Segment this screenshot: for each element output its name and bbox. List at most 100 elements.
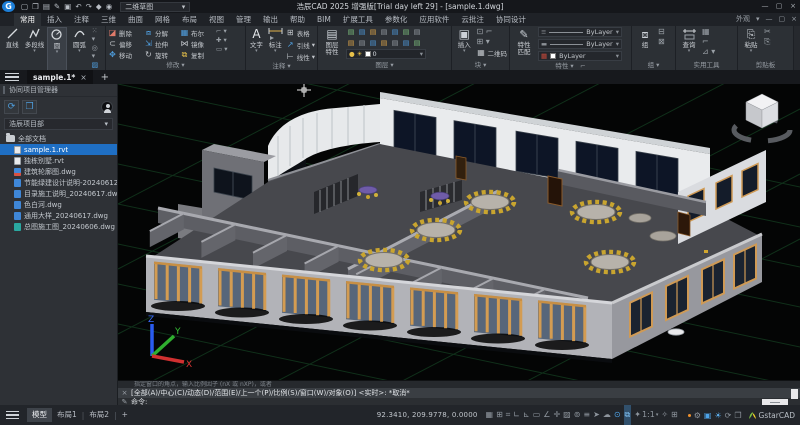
tab-manage[interactable]: 管理 [230, 13, 257, 26]
new-doc-button[interactable]: ❒ [22, 100, 37, 114]
lock-icon[interactable]: ▣ [704, 411, 712, 420]
doc-minimize-button[interactable]: — [763, 13, 776, 26]
drawing-viewport[interactable]: Z Y X [118, 84, 800, 380]
minimize-button[interactable]: — [758, 0, 772, 13]
tab-output[interactable]: 输出 [257, 13, 284, 26]
group-edit-icon[interactable]: ⊠ [658, 37, 665, 46]
settings-gear-icon[interactable]: ⚙ [694, 411, 701, 420]
match-properties-button[interactable]: ✎ 特性 匹配 [512, 27, 536, 62]
grid-icon[interactable]: ▦ [486, 405, 494, 425]
tab-apps[interactable]: 应用软件 [413, 13, 455, 26]
doc-restore-button[interactable]: ▢ [776, 13, 789, 26]
print-icon[interactable]: ▣ [64, 0, 71, 13]
tree-item[interactable]: 节能绿建设计说明-20240612.d [0, 177, 117, 188]
tree-item[interactable]: 总图施工图_20240606.dwg [0, 221, 117, 232]
linear-button[interactable]: ⊢线性 ▾ [286, 51, 315, 62]
tree-root[interactable]: 全部文档 [0, 133, 117, 144]
erase-button[interactable]: ◪删除 [108, 27, 142, 38]
project-dropdown[interactable]: 浩辰项目部 ▾ [4, 118, 113, 130]
appearance-dropdown[interactable]: 外观 [733, 13, 753, 26]
doc-tab-close-icon[interactable]: × [80, 73, 86, 82]
cut-icon[interactable]: ✂ [764, 27, 771, 36]
paste-button[interactable]: ⎘ 粘贴▾ [740, 27, 762, 61]
stretch-button[interactable]: ⇲拉伸 [144, 38, 178, 49]
cube-icon[interactable]: ◆ [96, 0, 102, 13]
open-file-icon[interactable]: ❒ [32, 0, 39, 13]
ortho-icon[interactable]: ∟ [513, 405, 520, 425]
osnap-3d-icon[interactable]: ✛ [553, 405, 560, 425]
insert-block-button[interactable]: ▣ 插入▾ [454, 27, 475, 61]
measure-button[interactable]: 查询▾ [678, 27, 700, 61]
panel-clipboard-label[interactable]: 剪贴板 [740, 61, 791, 70]
boolean-button[interactable]: ▦布尔 [180, 27, 214, 38]
annotation-monitor-icon[interactable]: ☁ [603, 405, 611, 425]
tree-item[interactable]: sample.1.rvt [0, 144, 117, 155]
auto-annotation-icon[interactable]: ✧ [661, 405, 668, 425]
workspace-dropdown[interactable]: 二维草图 ▾ [120, 2, 190, 12]
layer-dropdown[interactable]: ● ☀ 0 ▾ [346, 49, 426, 59]
osnap-icon[interactable]: ∠ [543, 405, 550, 425]
dynamic-input-icon[interactable]: ▭ [533, 405, 541, 425]
qrcode-button[interactable]: ▦二维码 [477, 47, 508, 58]
document-tab[interactable]: sample.1* × [27, 70, 93, 84]
tab-cloud-markup[interactable]: 云批注 [455, 13, 490, 26]
lineweight-icon[interactable]: ≡ [583, 405, 590, 425]
color-dropdown[interactable]: ▦ByLayer▾ [538, 51, 622, 61]
tab-surface[interactable]: 曲面 [122, 13, 149, 26]
zoom-icon[interactable]: ⊙ [614, 405, 621, 425]
tree-item[interactable]: 独栋别墅.rvt [0, 155, 117, 166]
trim-icon[interactable]: ✚ ▾ [216, 36, 227, 44]
panel-modify-label[interactable]: 修改 ▾ [108, 61, 243, 70]
mirror-button[interactable]: ⋈镜像 [180, 38, 214, 49]
table-button[interactable]: ⊞表格 [286, 27, 315, 38]
text-button[interactable]: A 文字▾ [248, 27, 265, 62]
snap-mode-icon[interactable]: ⌗ [506, 405, 511, 425]
tree-item[interactable]: 通用大样_20240617.dwg [0, 210, 117, 221]
app-logo-icon[interactable]: G [2, 1, 15, 12]
donut-icon[interactable]: ◎ ▾ [92, 44, 103, 60]
save-icon[interactable]: ▤ [43, 0, 50, 13]
ucs-toggle-icon[interactable]: ⊚ [574, 405, 581, 425]
panel-group-label[interactable]: 组 ▾ [634, 61, 673, 70]
fillet-icon[interactable]: ⌐ ▾ [216, 27, 227, 35]
tree-item[interactable]: 目录施工说明_20240617.dwg [0, 188, 117, 199]
status-menu-icon[interactable] [6, 411, 19, 420]
transparency-icon[interactable]: ▨ [563, 405, 571, 425]
tab-help[interactable]: 帮助 [284, 13, 311, 26]
group-button[interactable]: ⧈ 组 [634, 27, 656, 61]
new-doc-tab-button[interactable]: + [101, 72, 109, 83]
undo-icon[interactable]: ↶ [75, 0, 81, 13]
tab-bim[interactable]: BIM [311, 13, 337, 26]
point-icon[interactable]: ⁙ ▾ [92, 27, 103, 43]
new-file-icon[interactable]: ▢ [21, 0, 28, 13]
command-scrollbar[interactable] [791, 389, 798, 399]
calculator-icon[interactable]: ▦ [702, 27, 715, 36]
annotation-scale-dropdown[interactable]: ✦1:1▾ [634, 405, 658, 425]
layer-properties-button[interactable]: ▤ 图层 特性 [320, 27, 344, 61]
tab-parametric[interactable]: 参数化 [379, 13, 414, 26]
tab-insert[interactable]: 插入 [41, 13, 68, 26]
model-tab[interactable]: 模型 [27, 408, 52, 422]
tab-home[interactable]: 常用 [14, 13, 41, 26]
doc-close-button[interactable]: × [788, 13, 800, 26]
ungroup-icon[interactable]: ⊟ [658, 27, 665, 36]
offset-button[interactable]: ⊂偏移 [108, 38, 142, 49]
rotate-button[interactable]: ↻旋转 [144, 49, 178, 60]
scale-icon[interactable]: ▭ ▾ [216, 45, 227, 53]
tab-annotate[interactable]: 注释 [68, 13, 95, 26]
restore-button[interactable]: ▢ [772, 0, 786, 13]
workspace-switching-icon[interactable]: ⧉ [624, 405, 632, 425]
edit-block-icon[interactable]: ⊞ ▾ [477, 37, 508, 46]
doc-menu-icon[interactable] [5, 73, 19, 82]
explode-button[interactable]: ⧈分解 [144, 27, 178, 38]
id-point-icon[interactable]: ⌐ [702, 37, 715, 46]
panel-layer-label[interactable]: 图层 ▾ [320, 61, 449, 70]
linetype-dropdown[interactable]: ≡ByLayer▾ [538, 27, 622, 37]
polar-tracking-icon[interactable]: ⊾ [523, 405, 530, 425]
tab-view[interactable]: 视图 [203, 13, 230, 26]
layout2-tab[interactable]: 布局2 [84, 408, 114, 422]
redo-icon[interactable]: ↷ [86, 0, 92, 13]
copy-button[interactable]: ⧉复制 [180, 49, 214, 60]
quick-select-icon[interactable]: ⊿ ▾ [702, 47, 715, 56]
command-cancel-icon[interactable]: × [118, 389, 131, 397]
